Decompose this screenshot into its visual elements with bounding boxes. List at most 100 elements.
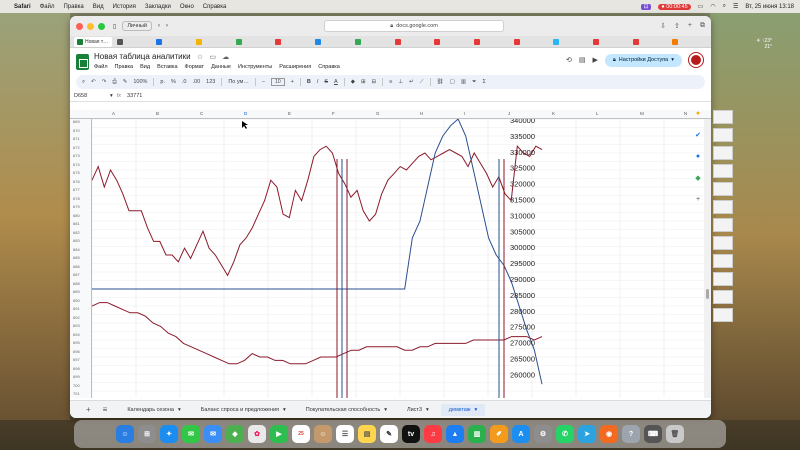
desktop-file-icon[interactable]: [713, 308, 733, 322]
comment-icon[interactable]: ▤: [579, 56, 586, 64]
desktop-file-icon[interactable]: [713, 146, 733, 160]
sheets-menu-data[interactable]: Данные: [211, 64, 231, 70]
row-header[interactable]: 688: [73, 281, 80, 286]
cell-area[interactable]: 340000 335000 330000 325000 320000 315000 3100…: [91, 116, 709, 400]
trash-icon[interactable]: 🗑︎: [666, 425, 684, 443]
column-header[interactable]: D: [244, 111, 247, 116]
settings-icon[interactable]: ⚙: [534, 425, 552, 443]
recording-indicator[interactable]: ● 00:00:45: [658, 3, 691, 10]
tab-6[interactable]: [272, 37, 310, 47]
menu-bookmarks[interactable]: Закладки: [145, 4, 171, 10]
tab-7[interactable]: [312, 37, 350, 47]
sheet-tab-balance[interactable]: Баланс спроса и предложения ▾: [193, 404, 294, 416]
control-center-icon[interactable]: ☰: [733, 3, 738, 10]
menu-help[interactable]: Справка: [203, 4, 227, 10]
row-header[interactable]: 675: [73, 170, 80, 175]
calendar-icon[interactable]: 25: [292, 425, 310, 443]
row-header[interactable]: 684: [73, 247, 80, 252]
row-header[interactable]: 692: [73, 315, 80, 320]
row-header[interactable]: 698: [73, 366, 80, 371]
row-header[interactable]: 673: [73, 153, 80, 158]
merge-icon[interactable]: ⊟: [372, 79, 377, 85]
menu-file[interactable]: Файл: [40, 4, 55, 10]
print-icon[interactable]: ⎙: [112, 79, 116, 86]
sheet-tab-list3[interactable]: Лист3 ▾: [399, 404, 437, 416]
sheets-menu-insert[interactable]: Вставка: [157, 64, 177, 70]
profile-button[interactable]: Личный: [122, 21, 152, 31]
tab-sheets[interactable]: Новая т…: [74, 36, 112, 47]
pages-icon[interactable]: ✐: [490, 425, 508, 443]
history-icon[interactable]: ⟲: [566, 56, 572, 64]
menu-window[interactable]: Окно: [180, 4, 194, 10]
name-box[interactable]: D658: [74, 93, 110, 99]
row-header[interactable]: 691: [73, 306, 80, 311]
font-size-decrease[interactable]: −: [262, 79, 265, 85]
row-header[interactable]: 672: [73, 145, 80, 150]
row-header[interactable]: 690: [73, 298, 80, 303]
row-header[interactable]: 669: [73, 119, 80, 124]
meet-icon[interactable]: ▶: [592, 56, 597, 64]
column-header[interactable]: I: [464, 111, 465, 116]
column-header[interactable]: A: [112, 111, 115, 116]
menu-history[interactable]: История: [113, 4, 136, 10]
add-on-icon[interactable]: +: [696, 196, 700, 203]
redo-icon[interactable]: ↷: [102, 79, 107, 85]
column-header[interactable]: G: [376, 111, 380, 116]
row-header[interactable]: 685: [73, 255, 80, 260]
sheets-menu-format[interactable]: Формат: [185, 64, 205, 70]
sheets-menu-view[interactable]: Вид: [140, 64, 150, 70]
row-header[interactable]: 676: [73, 179, 80, 184]
music-icon[interactable]: ♫: [424, 425, 442, 443]
sidebar-toggle-icon[interactable]: ▯: [113, 23, 116, 30]
column-header[interactable]: B: [156, 111, 159, 116]
scrollbar-thumb[interactable]: [706, 289, 709, 299]
maps-icon[interactable]: ◆: [695, 174, 700, 182]
star-icon[interactable]: ☆: [197, 54, 203, 61]
contacts-app-icon[interactable]: ☺: [314, 425, 332, 443]
formula-input[interactable]: 33771: [127, 93, 142, 99]
column-header[interactable]: C: [200, 111, 203, 116]
tab-14[interactable]: [590, 37, 628, 47]
strikethrough-button[interactable]: S: [324, 79, 328, 85]
functions-icon[interactable]: Σ: [482, 79, 485, 85]
row-header[interactable]: 679: [73, 204, 80, 209]
row-header[interactable]: 671: [73, 136, 80, 141]
freeform-icon[interactable]: ✎: [380, 425, 398, 443]
sheet-tab-active[interactable]: демктаж ▾: [440, 403, 486, 416]
safari-icon[interactable]: ✦: [160, 425, 178, 443]
sheets-menu-tools[interactable]: Инструменты: [238, 64, 272, 70]
tab-10[interactable]: [431, 37, 469, 47]
whatsapp-icon[interactable]: ✆: [556, 425, 574, 443]
photos-icon[interactable]: ✿: [248, 425, 266, 443]
column-header[interactable]: J: [508, 111, 510, 116]
font-select[interactable]: По ум…: [228, 79, 249, 85]
row-header[interactable]: 695: [73, 340, 80, 345]
search-icon[interactable]: ⌕: [723, 3, 726, 10]
tab-8[interactable]: [352, 37, 390, 47]
row-header[interactable]: 699: [73, 374, 80, 379]
search-menus-icon[interactable]: ⌕: [82, 79, 85, 86]
undo-icon[interactable]: ↶: [91, 79, 96, 85]
align-icon[interactable]: ≡: [389, 79, 392, 85]
tab-2[interactable]: [114, 37, 152, 47]
back-icon[interactable]: ‹: [158, 23, 160, 29]
row-header[interactable]: 680: [73, 213, 80, 218]
row-header[interactable]: 693: [73, 323, 80, 328]
row-header[interactable]: 701: [73, 391, 80, 396]
tab-11[interactable]: [471, 37, 509, 47]
tab-9[interactable]: [392, 37, 430, 47]
download-icon[interactable]: ⇩: [660, 22, 666, 30]
name-box-chevron-icon[interactable]: ▾: [110, 93, 113, 99]
sheets-menu-edit[interactable]: Правка: [115, 64, 134, 70]
bold-button[interactable]: B: [307, 79, 311, 85]
column-header[interactable]: L: [596, 111, 599, 116]
row-header[interactable]: 694: [73, 332, 80, 337]
desktop-file-icon[interactable]: [713, 236, 733, 250]
desktop-file-icon[interactable]: [713, 272, 733, 286]
desktop-file-icon[interactable]: [713, 164, 733, 178]
tv-icon[interactable]: tv: [402, 425, 420, 443]
tab-overview-icon[interactable]: ⧉: [700, 22, 705, 30]
sheets-menu-help[interactable]: Справка: [318, 64, 340, 70]
borders-icon[interactable]: ⊞: [361, 79, 366, 85]
paint-format-icon[interactable]: ✎: [123, 79, 128, 85]
